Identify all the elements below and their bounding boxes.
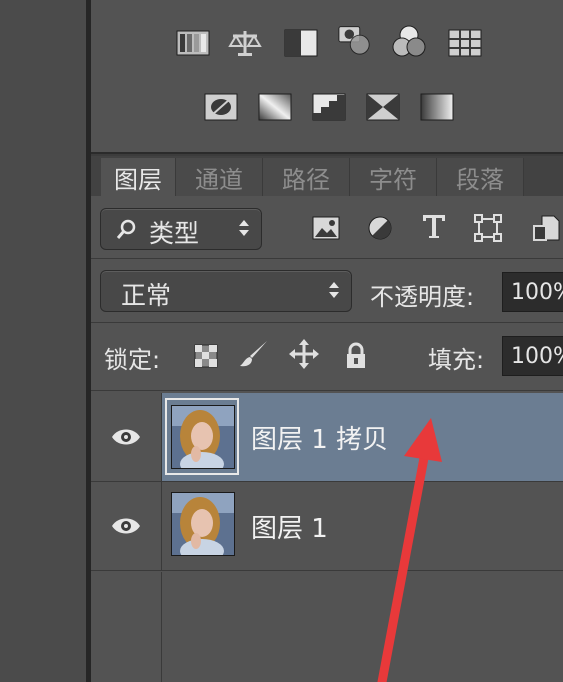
layer-column-divider (161, 572, 162, 682)
visibility-toggle[interactable] (91, 482, 162, 570)
layer-name[interactable]: 图层 1 拷贝 (251, 393, 388, 481)
adjustments-panel (91, 0, 563, 154)
select-arrows-icon (237, 216, 251, 240)
blend-mode-select[interactable]: 正常 (100, 270, 352, 312)
eye-icon (112, 518, 140, 534)
eye-icon (112, 429, 140, 445)
exposure-icon[interactable] (283, 28, 319, 58)
fill-label: 填充: (428, 346, 485, 374)
image-filter-icon[interactable] (310, 212, 342, 244)
layer-thumbnail[interactable] (171, 492, 235, 556)
invert-icon[interactable] (203, 92, 239, 122)
gradient-map-icon[interactable] (419, 92, 455, 122)
tab-paths[interactable]: 路径 (263, 158, 350, 196)
tab-layers[interactable]: 图层 (101, 158, 176, 196)
visibility-toggle[interactable] (91, 393, 162, 481)
posterize-icon[interactable] (257, 92, 293, 122)
balance-icon[interactable] (227, 28, 263, 58)
type-filter-icon[interactable] (418, 210, 450, 242)
camera-filter-icon[interactable] (337, 24, 373, 55)
lock-label: 锁定: (104, 346, 161, 374)
layer-thumbnail[interactable] (171, 405, 235, 469)
layer-filter-select[interactable]: 类型 (100, 208, 262, 250)
separator (91, 390, 563, 391)
tab-paragraph[interactable]: 段落 (437, 158, 524, 196)
fill-input[interactable]: 100% (502, 336, 563, 376)
adjustment-filter-icon[interactable] (364, 212, 396, 244)
layers-empty-area (91, 572, 563, 682)
shape-filter-icon[interactable] (472, 212, 504, 244)
layer-name[interactable]: 图层 1 (251, 482, 328, 570)
lock-image-pixels-icon[interactable] (238, 338, 270, 370)
filter-type-label: 类型 (149, 219, 200, 248)
search-icon (115, 217, 139, 247)
opacity-input[interactable]: 100% (502, 272, 563, 312)
lock-transparent-pixels-icon[interactable] (190, 340, 222, 372)
separator (91, 258, 563, 259)
threshold-icon[interactable] (311, 92, 347, 122)
tab-character[interactable]: 字符 (350, 158, 437, 196)
layer-row[interactable]: 图层 1 (91, 482, 563, 571)
channel-mixer-icon[interactable] (391, 25, 427, 57)
blend-mode-value: 正常 (121, 281, 172, 310)
layer-row-selected[interactable]: 图层 1 拷贝 (91, 393, 563, 482)
lock-all-icon[interactable] (340, 340, 372, 372)
lock-position-icon[interactable] (288, 338, 320, 370)
color-lookup-icon[interactable] (447, 28, 483, 58)
tab-channels[interactable]: 通道 (176, 158, 263, 196)
separator (91, 322, 563, 323)
smart-object-filter-icon[interactable] (530, 212, 562, 244)
panel-tabs: 图层 通道 路径 字符 段落 (91, 156, 563, 197)
selective-color-icon[interactable] (365, 92, 401, 122)
left-gutter (0, 0, 86, 682)
levels-icon[interactable] (175, 28, 211, 58)
select-arrows-icon (327, 278, 341, 302)
opacity-label: 不透明度: (370, 283, 475, 311)
